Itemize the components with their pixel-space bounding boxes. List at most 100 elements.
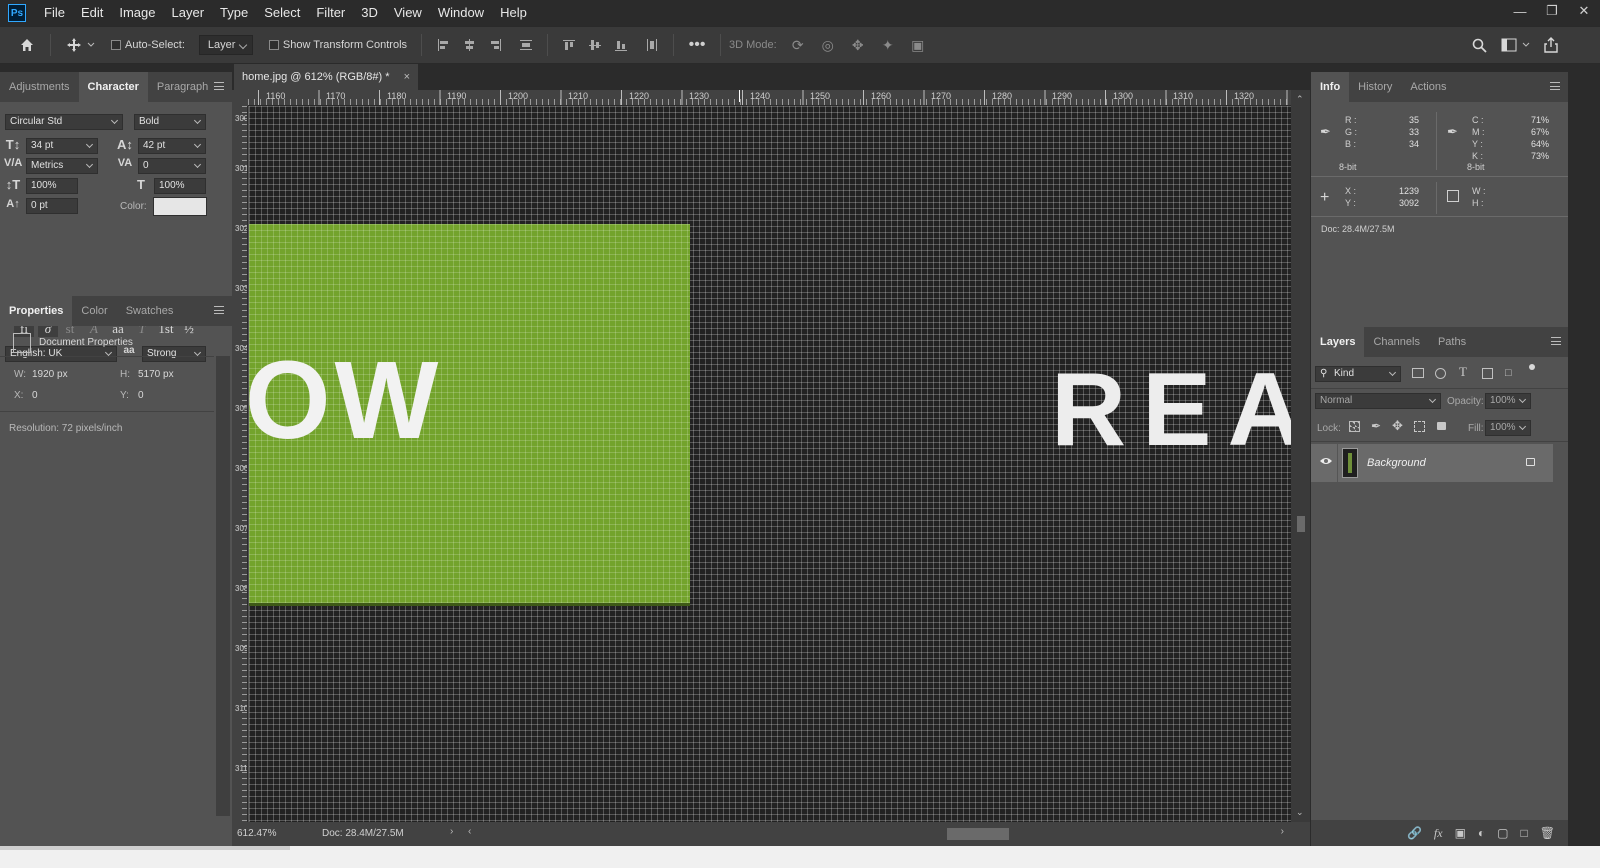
vertical-scrollbar[interactable]: ⌃ ⌄ xyxy=(1291,90,1310,822)
leading-field[interactable]: 42 pt xyxy=(138,138,206,154)
horizontal-scroll-thumb[interactable] xyxy=(947,828,1009,840)
add-mask-icon[interactable]: ▣ xyxy=(1455,826,1466,840)
ruler-corner[interactable] xyxy=(232,90,248,106)
menu-edit[interactable]: Edit xyxy=(73,0,111,26)
scroll-left-icon[interactable]: ‹ xyxy=(468,826,471,837)
horizontal-ruler[interactable]: 1160 1170 1180 1190 1200 1210 1220 1230 … xyxy=(248,90,1294,106)
menu-filter[interactable]: Filter xyxy=(308,0,353,26)
chevron-down-icon[interactable] xyxy=(1522,36,1530,54)
menu-file[interactable]: File xyxy=(36,0,73,26)
checkbox-box[interactable] xyxy=(111,40,121,50)
x-value[interactable]: 0 xyxy=(32,390,38,401)
workspace-icon[interactable] xyxy=(1500,36,1518,54)
close-icon[interactable]: ✕ xyxy=(1568,0,1600,22)
3d-orbit-icon[interactable]: ⟳ xyxy=(789,36,807,54)
checkbox-box[interactable] xyxy=(268,40,279,50)
3d-slide-icon[interactable]: ✦ xyxy=(879,36,897,54)
document-tab[interactable]: home.jpg @ 612% (RGB/8#) * × xyxy=(234,64,418,90)
eyedropper-icon[interactable]: ✒ xyxy=(1447,124,1461,139)
move-tool-icon[interactable] xyxy=(65,36,83,54)
layer-lock-icon[interactable] xyxy=(1526,458,1535,466)
antialias-dropdown[interactable]: Strong xyxy=(142,346,206,362)
auto-select-target-dropdown[interactable]: Layer xyxy=(198,35,253,55)
tab-history[interactable]: History xyxy=(1349,72,1401,102)
filter-type-icon[interactable]: T xyxy=(1459,364,1467,380)
y-value[interactable]: 0 xyxy=(138,390,144,401)
tab-info[interactable]: Info xyxy=(1311,72,1350,102)
align-right-icon[interactable] xyxy=(489,39,502,51)
status-menu-arrow-icon[interactable]: › xyxy=(450,826,453,837)
blend-mode-dropdown[interactable]: Normal xyxy=(1315,393,1441,409)
3d-roll-icon[interactable]: ◎ xyxy=(819,36,837,54)
panel-menu-icon[interactable] xyxy=(1550,82,1560,90)
canvas-text-read[interactable]: READ xyxy=(1051,358,1291,462)
align-middle-v-icon[interactable] xyxy=(589,39,602,51)
chevron-down-icon[interactable] xyxy=(87,36,95,54)
minimize-icon[interactable]: — xyxy=(1504,0,1536,22)
font-style-dropdown[interactable]: Bold xyxy=(134,114,206,130)
properties-scrollbar[interactable] xyxy=(216,356,230,816)
menu-window[interactable]: Window xyxy=(430,0,492,26)
panel-menu-icon[interactable] xyxy=(214,82,224,90)
3d-camera-icon[interactable]: ▣ xyxy=(909,36,927,54)
layer-name[interactable]: Background xyxy=(1367,457,1426,469)
close-tab-icon[interactable]: × xyxy=(404,64,410,90)
canvas-text-ow[interactable]: OW xyxy=(249,346,442,456)
menu-layer[interactable]: Layer xyxy=(164,0,213,26)
adjustment-layer-icon[interactable]: ◐ xyxy=(1478,826,1485,840)
restore-icon[interactable]: ❐ xyxy=(1536,0,1568,22)
vertical-scroll-thumb[interactable] xyxy=(1297,516,1305,532)
font-size-field[interactable]: 34 pt xyxy=(26,138,98,154)
distribute-vertical-icon[interactable] xyxy=(520,39,533,51)
layer-row-background[interactable]: Background xyxy=(1311,444,1553,482)
align-bottom-icon[interactable] xyxy=(615,39,628,51)
distribute-horizontal-icon[interactable] xyxy=(646,39,658,51)
tab-paths[interactable]: Paths xyxy=(1429,327,1475,357)
document-canvas[interactable]: OW READ xyxy=(249,106,1291,822)
lock-all-icon[interactable] xyxy=(1437,422,1446,430)
tab-color[interactable]: Color xyxy=(72,296,116,326)
filter-adjustment-icon[interactable] xyxy=(1435,368,1446,379)
tab-actions[interactable]: Actions xyxy=(1401,72,1455,102)
width-value[interactable]: 1920 px xyxy=(32,369,68,380)
layer-style-icon[interactable]: fx xyxy=(1434,826,1443,841)
filter-shape-icon[interactable] xyxy=(1482,368,1493,379)
fill-field[interactable]: 100% xyxy=(1485,420,1531,436)
filter-toggle-icon[interactable] xyxy=(1529,364,1535,370)
menu-help[interactable]: Help xyxy=(492,0,535,26)
filter-smart-object-icon[interactable]: □ xyxy=(1505,367,1512,379)
filter-pixel-icon[interactable] xyxy=(1412,368,1424,378)
tab-properties[interactable]: Properties xyxy=(0,296,73,326)
baseline-shift-field[interactable]: 0 pt xyxy=(26,198,78,214)
vertical-ruler[interactable]: 3004 3010 3020 3030 3040 3050 3060 3070 … xyxy=(232,106,248,822)
font-family-dropdown[interactable]: Circular Std xyxy=(5,114,123,130)
tab-swatches[interactable]: Swatches xyxy=(117,296,183,326)
panel-menu-icon[interactable] xyxy=(1551,337,1561,345)
tab-layers[interactable]: Layers xyxy=(1311,327,1365,357)
scroll-down-icon[interactable]: ⌄ xyxy=(1296,807,1304,818)
lock-image-icon[interactable]: ✒ xyxy=(1371,419,1381,433)
left-panel-collapse-strip[interactable] xyxy=(0,64,232,72)
text-color-swatch[interactable] xyxy=(153,197,207,216)
eye-icon[interactable] xyxy=(1319,454,1333,471)
align-top-icon[interactable] xyxy=(563,39,576,51)
search-icon[interactable] xyxy=(1470,36,1488,54)
lock-artboard-icon[interactable] xyxy=(1414,421,1425,432)
menu-select[interactable]: Select xyxy=(256,0,308,26)
vertical-scale-field[interactable]: 100% xyxy=(26,178,78,194)
new-layer-icon[interactable]: □ xyxy=(1521,826,1528,840)
right-panel-collapse-strip[interactable] xyxy=(1310,64,1600,72)
scroll-up-icon[interactable]: ⌃ xyxy=(1296,94,1304,105)
align-left-icon[interactable] xyxy=(437,39,449,51)
layer-filter-dropdown[interactable]: ⚲ Kind xyxy=(1315,366,1401,382)
tab-channels[interactable]: Channels xyxy=(1364,327,1428,357)
menu-type[interactable]: Type xyxy=(212,0,256,26)
height-value[interactable]: 5170 px xyxy=(138,369,174,380)
lock-transparent-icon[interactable] xyxy=(1349,421,1360,432)
more-options-icon[interactable]: ••• xyxy=(688,36,706,54)
share-icon[interactable] xyxy=(1542,36,1560,54)
home-icon[interactable] xyxy=(18,36,36,54)
menu-view[interactable]: View xyxy=(386,0,430,26)
delete-layer-icon[interactable]: 🗑 xyxy=(1540,826,1555,840)
align-center-h-icon[interactable] xyxy=(463,39,475,51)
